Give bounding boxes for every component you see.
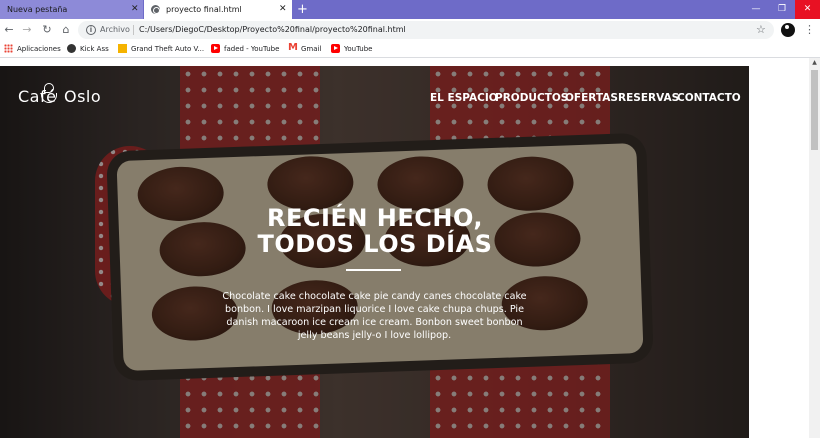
nav-el-espacio[interactable]: EL ESPACIO bbox=[430, 92, 498, 104]
page-scrollbar[interactable]: ▲ bbox=[809, 58, 820, 438]
scroll-thumb[interactable] bbox=[811, 70, 818, 150]
bookmark-label: Kick Ass bbox=[80, 45, 109, 53]
tab-strip: Nueva pestaña ✕ proyecto final.html ✕ + … bbox=[0, 0, 820, 19]
close-icon[interactable]: ✕ bbox=[131, 0, 139, 19]
minimize-button[interactable]: — bbox=[744, 0, 768, 19]
tab-proyecto-final[interactable]: proyecto final.html ✕ bbox=[144, 0, 292, 19]
maximize-button[interactable]: ❐ bbox=[770, 0, 794, 19]
gta-icon bbox=[118, 44, 127, 53]
profile-avatar[interactable] bbox=[781, 23, 795, 37]
hero-paragraph: Chocolate cake chocolate cake pie candy … bbox=[222, 291, 527, 341]
address-divider bbox=[133, 25, 134, 35]
scheme-label: Archivo bbox=[100, 25, 130, 34]
youtube-icon bbox=[211, 44, 220, 53]
coffee-cup-icon bbox=[40, 83, 57, 105]
star-icon[interactable]: ☆ bbox=[756, 21, 766, 39]
menu-icon[interactable]: ⋮ bbox=[804, 22, 815, 38]
tab-label: Nueva pestaña bbox=[7, 5, 68, 14]
home-button[interactable]: ⌂ bbox=[59, 22, 73, 38]
page-viewport: Café Oslo EL ESPACIO PRODUCTOS OFERTAS R… bbox=[0, 58, 820, 438]
hero-section: Café Oslo EL ESPACIO PRODUCTOS OFERTAS R… bbox=[0, 66, 749, 438]
gmail-icon bbox=[288, 40, 298, 56]
bookmark-gta[interactable]: Grand Theft Auto V... bbox=[118, 41, 204, 57]
nav-reservas[interactable]: RESERVAS bbox=[618, 92, 679, 104]
bookmarks-bar: Aplicaciones Kick Ass Grand Theft Auto V… bbox=[0, 40, 820, 57]
bookmark-youtube[interactable]: YouTube bbox=[331, 41, 372, 57]
bookmark-label: Aplicaciones bbox=[17, 45, 61, 53]
headline-divider bbox=[346, 269, 401, 271]
bookmark-kick-ass[interactable]: Kick Ass bbox=[67, 41, 109, 57]
reload-button[interactable]: ↻ bbox=[40, 22, 54, 38]
bookmark-label: YouTube bbox=[344, 45, 373, 53]
youtube-icon bbox=[331, 44, 340, 53]
tab-nueva-pestana[interactable]: Nueva pestaña ✕ bbox=[0, 0, 143, 19]
globe-icon bbox=[151, 5, 160, 14]
nav-ofertas[interactable]: OFERTAS bbox=[565, 92, 618, 104]
apps-icon bbox=[4, 44, 13, 53]
scroll-up-arrow[interactable]: ▲ bbox=[809, 58, 820, 68]
info-icon[interactable]: i bbox=[86, 25, 96, 35]
bookmark-label: Gmail bbox=[301, 45, 322, 53]
bookmark-label: Grand Theft Auto V... bbox=[131, 45, 205, 53]
window-close-button[interactable]: ✕ bbox=[795, 0, 820, 19]
close-icon[interactable]: ✕ bbox=[279, 0, 287, 19]
bookmark-aplicaciones[interactable]: Aplicaciones bbox=[4, 41, 61, 57]
globe-icon bbox=[67, 44, 76, 53]
nav-contacto[interactable]: CONTACTO bbox=[677, 92, 741, 104]
nav-productos[interactable]: PRODUCTOS bbox=[495, 92, 568, 104]
hero-headline-line-1: RECIÉN HECHO, bbox=[267, 204, 483, 232]
bookmark-gmail[interactable]: Gmail bbox=[288, 40, 322, 57]
bookmark-label: faded - YouTube bbox=[224, 45, 280, 53]
logo-text-right[interactable]: Oslo bbox=[64, 87, 101, 106]
hero-headline-line-2: TODOS LOS DÍAS bbox=[257, 230, 493, 258]
tab-label: proyecto final.html bbox=[166, 5, 242, 14]
url-text[interactable]: C:/Users/DiegoC/Desktop/Proyecto%20final… bbox=[139, 21, 406, 39]
back-button[interactable]: ← bbox=[2, 22, 16, 38]
new-tab-button[interactable]: + bbox=[297, 0, 308, 19]
bookmark-faded[interactable]: faded - YouTube bbox=[211, 41, 279, 57]
browser-toolbar: ← → ↻ ⌂ i Archivo C:/Users/DiegoC/Deskto… bbox=[0, 19, 820, 41]
address-bar[interactable]: i Archivo C:/Users/DiegoC/Desktop/Proyec… bbox=[78, 21, 774, 39]
forward-button[interactable]: → bbox=[20, 22, 34, 38]
